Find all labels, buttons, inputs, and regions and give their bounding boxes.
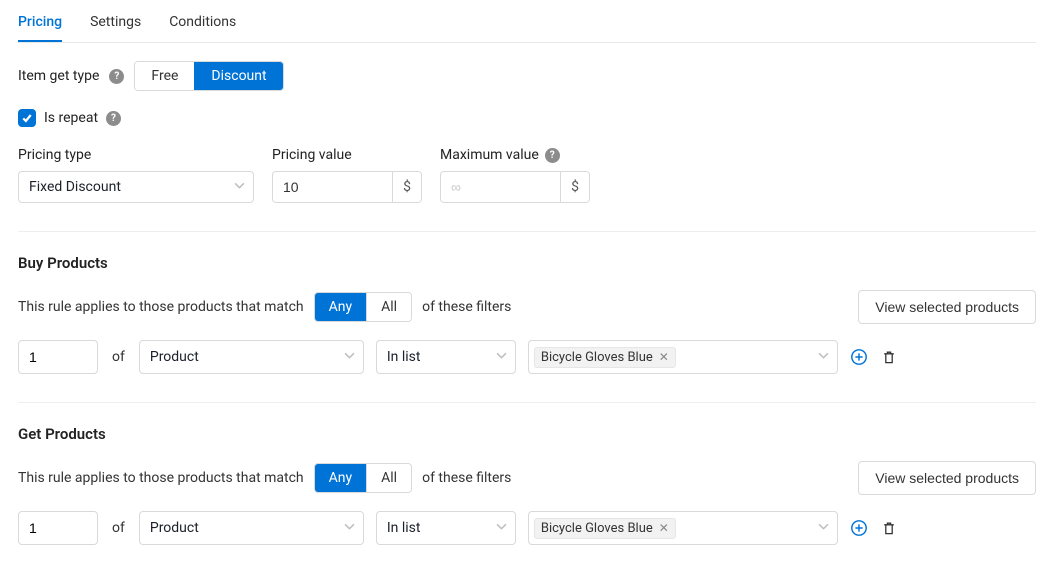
chevron-down-icon	[234, 179, 245, 195]
divider	[18, 402, 1036, 403]
maximum-value-unit: $	[560, 172, 589, 202]
chevron-down-icon	[496, 520, 507, 536]
get-match-toggle: Any All	[314, 463, 412, 493]
buy-rule-text-pre: This rule applies to those products that…	[18, 299, 304, 315]
chevron-down-icon	[818, 349, 829, 365]
trash-icon	[881, 349, 897, 365]
item-get-type-discount[interactable]: Discount	[194, 62, 282, 90]
pricing-value-field: Pricing value $	[272, 147, 422, 203]
get-products-multiselect[interactable]: Bicycle Gloves Blue ✕	[528, 511, 838, 545]
get-filter-type-select[interactable]: Product	[139, 511, 364, 545]
pricing-type-value: Fixed Discount	[29, 179, 121, 195]
buy-operator-select[interactable]: In list	[376, 340, 516, 374]
chevron-down-icon	[344, 349, 355, 365]
get-rule-text-pre: This rule applies to those products that…	[18, 470, 304, 486]
maximum-value-field: Maximum value ? $	[440, 147, 590, 203]
buy-product-tag: Bicycle Gloves Blue ✕	[534, 347, 676, 368]
buy-products-title: Buy Products	[18, 254, 1036, 272]
tab-conditions[interactable]: Conditions	[169, 8, 236, 42]
get-qty-input[interactable]	[18, 511, 98, 545]
tabs: Pricing Settings Conditions	[18, 8, 1036, 43]
add-rule-button[interactable]	[850, 519, 868, 537]
get-view-selected-button[interactable]: View selected products	[858, 461, 1036, 495]
buy-rule-text-post: of these filters	[422, 299, 511, 315]
buy-match-toggle: Any All	[314, 292, 412, 322]
delete-rule-button[interactable]	[880, 519, 898, 537]
maximum-value-label: Maximum value ?	[440, 147, 590, 163]
item-get-type-free[interactable]: Free	[135, 62, 194, 90]
help-icon[interactable]: ?	[545, 148, 560, 163]
buy-view-selected-button[interactable]: View selected products	[858, 290, 1036, 324]
buy-filter-header: This rule applies to those products that…	[18, 290, 1036, 324]
add-rule-button[interactable]	[850, 348, 868, 366]
is-repeat-label: Is repeat	[44, 110, 98, 126]
item-get-type-toggle: Free Discount	[134, 61, 283, 91]
pricing-type-field: Pricing type Fixed Discount	[18, 147, 254, 203]
pricing-value-label: Pricing value	[272, 147, 422, 163]
pricing-type-label: Pricing type	[18, 147, 254, 163]
help-icon[interactable]: ?	[106, 111, 121, 126]
buy-match-all[interactable]: All	[366, 293, 411, 321]
buy-match-any[interactable]: Any	[315, 293, 367, 321]
pricing-type-select[interactable]: Fixed Discount	[18, 171, 254, 203]
divider	[18, 231, 1036, 232]
buy-filter-type-value: Product	[150, 349, 199, 365]
get-of-text: of	[110, 520, 127, 536]
tab-pricing[interactable]: Pricing	[18, 8, 62, 42]
plus-circle-icon	[850, 348, 868, 366]
get-products-title: Get Products	[18, 425, 1036, 443]
item-get-type-label: Item get type	[18, 68, 99, 84]
get-filter-header: This rule applies to those products that…	[18, 461, 1036, 495]
delete-rule-button[interactable]	[880, 348, 898, 366]
is-repeat-checkbox[interactable]	[18, 109, 36, 127]
pricing-fields: Pricing type Fixed Discount Pricing valu…	[18, 147, 1036, 203]
buy-rule-row: of Product In list Bicycle Gloves Blue ✕	[18, 340, 1036, 374]
get-operator-value: In list	[387, 520, 421, 536]
get-filter-type-value: Product	[150, 520, 199, 536]
buy-operator-value: In list	[387, 349, 421, 365]
get-rule-text-post: of these filters	[422, 470, 511, 486]
tab-settings[interactable]: Settings	[90, 8, 141, 42]
get-product-tag-label: Bicycle Gloves Blue	[541, 521, 653, 536]
get-rule-row: of Product In list Bicycle Gloves Blue ✕	[18, 511, 1036, 545]
get-match-any[interactable]: Any	[315, 464, 367, 492]
trash-icon	[881, 520, 897, 536]
buy-of-text: of	[110, 349, 127, 365]
chevron-down-icon	[818, 520, 829, 536]
check-icon	[21, 112, 33, 124]
is-repeat-row: Is repeat ?	[18, 109, 1036, 127]
close-icon[interactable]: ✕	[659, 522, 669, 534]
buy-qty-input[interactable]	[18, 340, 98, 374]
get-operator-select[interactable]: In list	[376, 511, 516, 545]
plus-circle-icon	[850, 519, 868, 537]
buy-product-tag-label: Bicycle Gloves Blue	[541, 350, 653, 365]
chevron-down-icon	[496, 349, 507, 365]
maximum-value-input[interactable]	[441, 172, 560, 202]
get-match-all[interactable]: All	[366, 464, 411, 492]
pricing-value-input[interactable]	[273, 172, 392, 202]
get-product-tag: Bicycle Gloves Blue ✕	[534, 518, 676, 539]
help-icon[interactable]: ?	[109, 69, 124, 84]
buy-products-multiselect[interactable]: Bicycle Gloves Blue ✕	[528, 340, 838, 374]
buy-filter-type-select[interactable]: Product	[139, 340, 364, 374]
item-get-type-row: Item get type ? Free Discount	[18, 61, 1036, 91]
pricing-value-unit: $	[392, 172, 421, 202]
chevron-down-icon	[344, 520, 355, 536]
close-icon[interactable]: ✕	[659, 351, 669, 363]
